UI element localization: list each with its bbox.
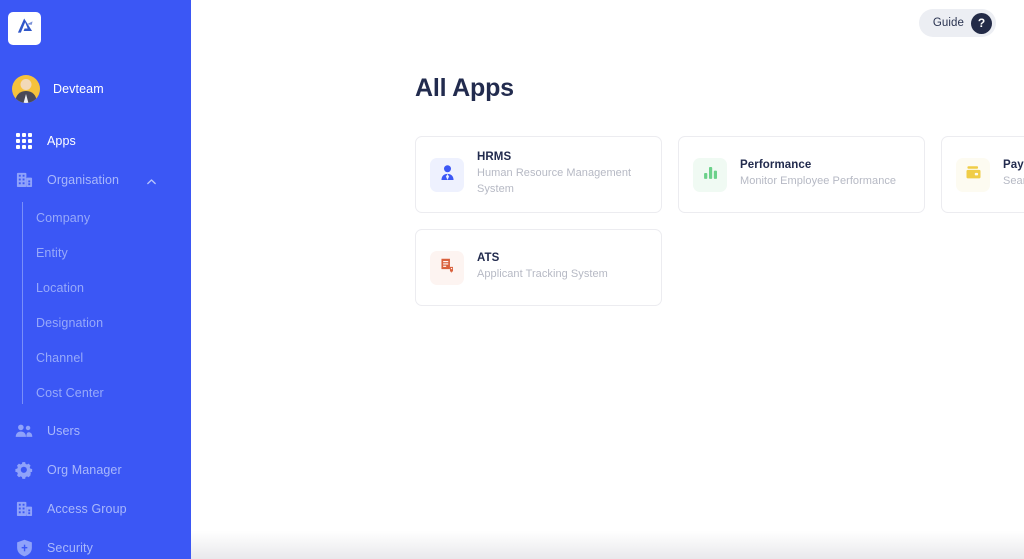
app-card-title: HRMS (477, 151, 647, 163)
app-root: Devteam Apps (0, 0, 1024, 559)
organisation-subnav: Company Entity Location Designation Chan… (0, 200, 191, 410)
sidebar-item-access-group[interactable]: Access Group (0, 494, 191, 523)
app-card-text: ATS Applicant Tracking System (477, 252, 608, 283)
guide-button[interactable]: Guide ? (919, 9, 996, 37)
app-icon-tile (693, 158, 727, 192)
page-title: All Apps (415, 74, 514, 103)
app-icon-tile (430, 158, 464, 192)
sidebar-subitem-channel[interactable]: Channel (0, 340, 191, 375)
sidebar-item-label: Security (47, 541, 93, 555)
sidebar-subitem-designation[interactable]: Designation (0, 305, 191, 340)
sidebar-item-security[interactable]: Security (0, 533, 191, 559)
app-card-performance[interactable]: Performance Monitor Employee Performance (678, 136, 925, 213)
guide-label: Guide (933, 17, 964, 29)
person-icon (439, 164, 456, 186)
apps-grid: HRMS Human Resource Management System (415, 136, 1024, 306)
sidebar-item-users[interactable]: Users (0, 416, 191, 445)
building-group-icon (14, 499, 34, 519)
sidebar-item-label: Org Manager (47, 463, 122, 477)
sidebar-item-label: Apps (47, 134, 76, 148)
main-content: Guide ? All Apps HRMS Human Re (191, 0, 1024, 559)
users-icon (14, 421, 34, 441)
app-card-text: Payroll Seamless Payment (1003, 159, 1024, 190)
app-logo[interactable] (8, 12, 41, 45)
app-card-description: Seamless Payment (1003, 174, 1024, 190)
logo-a-icon (15, 16, 35, 41)
app-card-hrms[interactable]: HRMS Human Resource Management System (415, 136, 662, 213)
app-card-title: Payroll (1003, 159, 1024, 171)
grid-apps-icon (14, 131, 34, 151)
app-card-text: Performance Monitor Employee Performance (740, 159, 896, 190)
sidebar-subitem-cost-center[interactable]: Cost Center (0, 375, 191, 410)
sidebar-item-org-manager[interactable]: Org Manager (0, 455, 191, 484)
shield-icon (14, 538, 34, 558)
wallet-icon (965, 164, 982, 186)
document-icon (439, 257, 456, 279)
sidebar: Devteam Apps (0, 0, 191, 559)
sidebar-item-label: Access Group (47, 502, 127, 516)
app-card-payroll[interactable]: Payroll Seamless Payment (941, 136, 1024, 213)
app-card-description: Human Resource Management System (477, 166, 647, 197)
chevron-up-icon[interactable] (146, 174, 157, 185)
app-card-description: Monitor Employee Performance (740, 174, 896, 190)
app-card-title: ATS (477, 252, 608, 264)
app-icon-tile (430, 251, 464, 285)
sidebar-nav: Apps Organisation (0, 126, 191, 559)
sidebar-item-label: Organisation (47, 173, 119, 187)
profile[interactable]: Devteam (12, 75, 182, 103)
help-question-icon[interactable]: ? (971, 13, 992, 34)
profile-name: Devteam (53, 82, 104, 96)
sidebar-subitem-company[interactable]: Company (0, 200, 191, 235)
sidebar-item-organisation[interactable]: Organisation (0, 165, 191, 194)
sidebar-subitem-location[interactable]: Location (0, 270, 191, 305)
app-card-text: HRMS Human Resource Management System (477, 151, 647, 197)
app-card-ats[interactable]: ATS Applicant Tracking System (415, 229, 662, 306)
sidebar-item-apps[interactable]: Apps (0, 126, 191, 155)
app-icon-tile (956, 158, 990, 192)
bar-chart-icon (702, 164, 719, 186)
sidebar-subitem-entity[interactable]: Entity (0, 235, 191, 270)
avatar (12, 75, 40, 103)
sidebar-item-label: Users (47, 424, 80, 438)
app-card-title: Performance (740, 159, 896, 171)
gear-settings-icon (14, 460, 34, 480)
app-card-description: Applicant Tracking System (477, 267, 608, 283)
building-icon (14, 170, 34, 190)
